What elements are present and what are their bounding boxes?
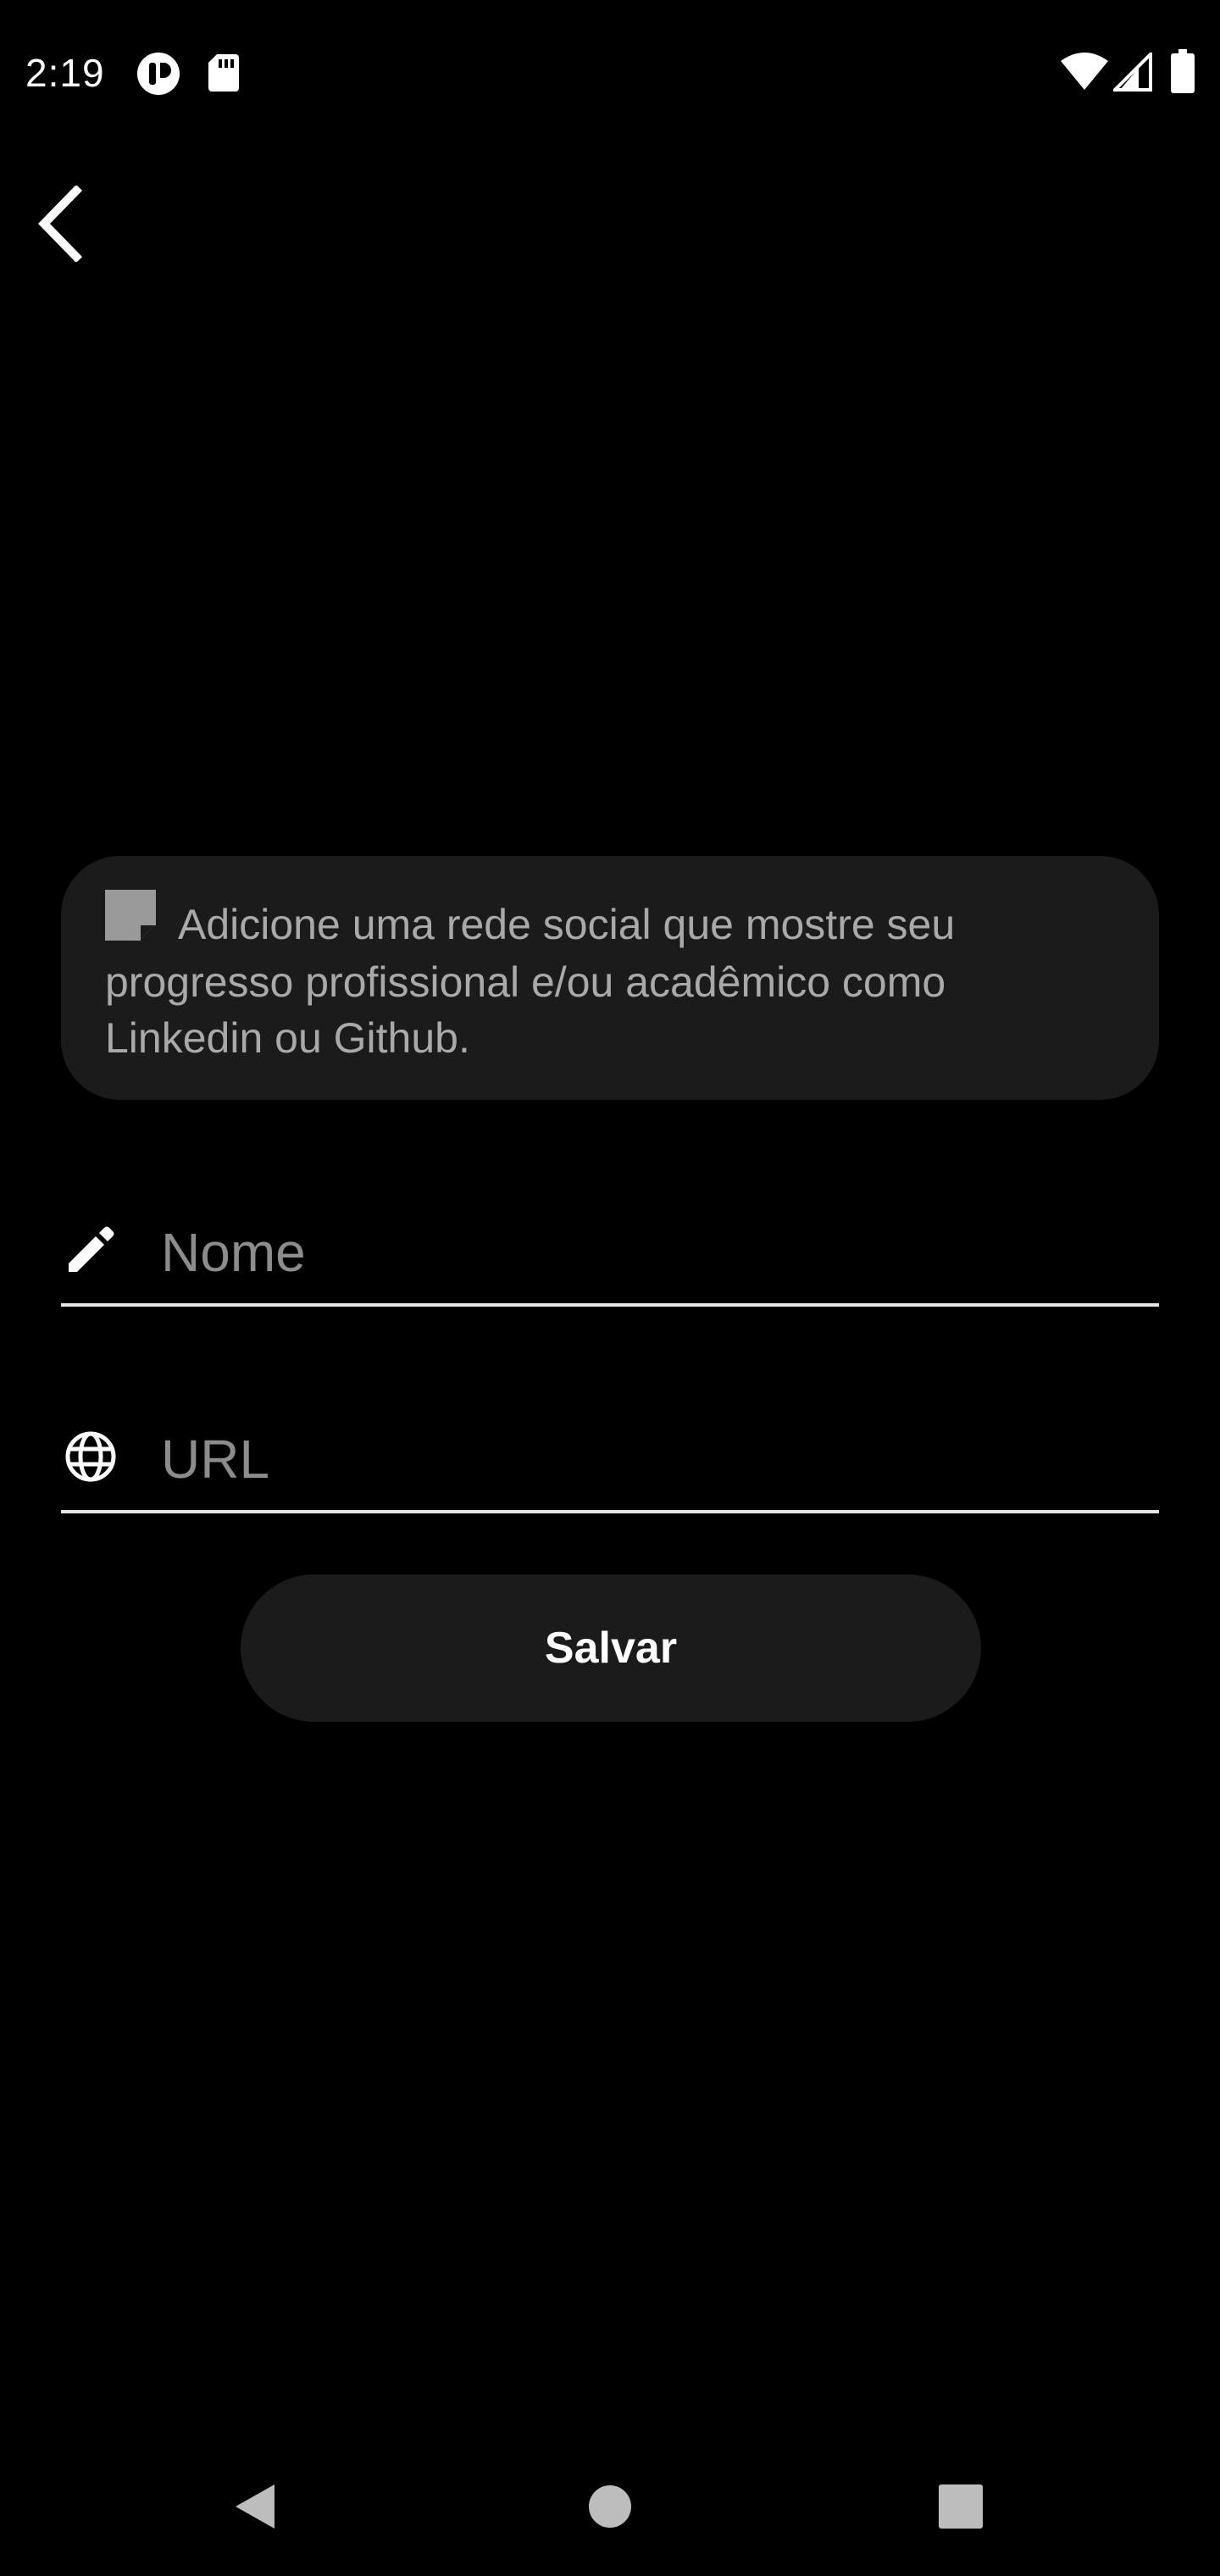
back-triangle-icon [230,2481,278,2536]
chevron-left-icon [36,184,86,266]
system-nav-bar [0,2440,1220,2576]
home-circle-icon [586,2483,634,2534]
recents-square-icon [937,2483,984,2534]
note-icon [105,890,156,954]
sd-card-icon [207,53,241,93]
nav-home-button[interactable] [559,2457,661,2559]
name-input[interactable] [161,1210,1135,1295]
url-field [61,1395,1159,1513]
pencil-icon [61,1220,120,1280]
info-card-text: Adicione uma rede social que mostre seu … [105,901,956,1062]
cell-signal-icon [1113,53,1152,92]
globe-icon [61,1427,120,1486]
url-input[interactable] [161,1417,1135,1502]
battery-icon [1171,49,1195,93]
info-card-message: Adicione uma rede social que mostre seu … [105,890,1115,1066]
back-button[interactable] [19,175,103,276]
notification-app-icon [136,51,181,97]
nav-back-button[interactable] [203,2457,305,2559]
status-bar: 2:19 [0,0,1220,144]
nav-recents-button[interactable] [910,2457,1012,2559]
save-button[interactable]: Salvar [241,1574,981,1722]
screen: 2:19 Adicione uma rede social que mostre… [0,0,1220,2576]
wifi-icon [1061,53,1108,92]
name-field [61,1188,1159,1307]
info-card: Adicione uma rede social que mostre seu … [61,856,1159,1100]
status-time: 2:19 [25,51,105,95]
